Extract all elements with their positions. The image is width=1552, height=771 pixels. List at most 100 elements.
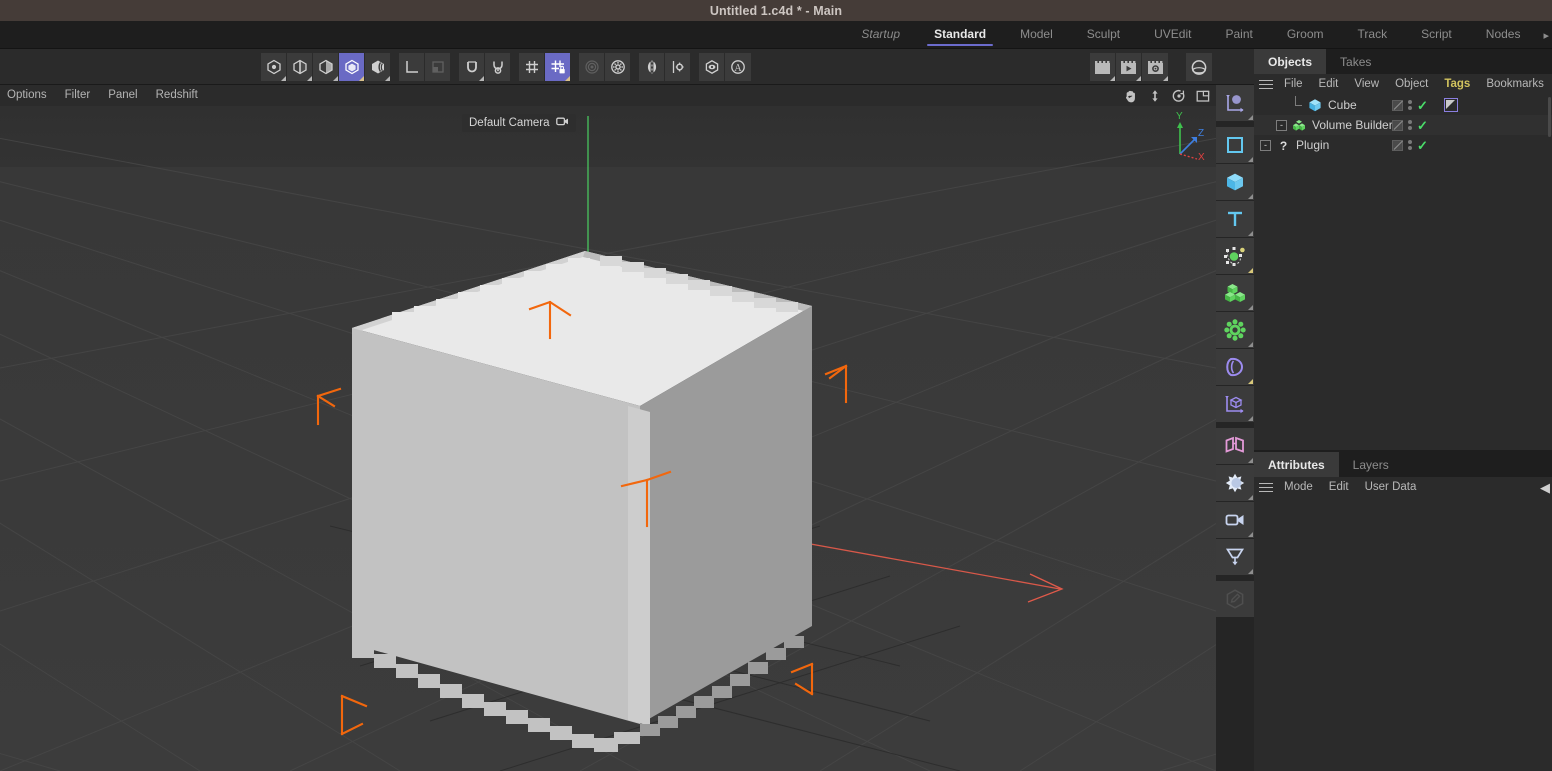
object-axis-icon[interactable] (425, 53, 451, 81)
editor-visibility-toggle[interactable] (1392, 119, 1403, 131)
enable-checkmark[interactable]: ✓ (1417, 99, 1428, 112)
cloth-planes-icon[interactable] (1216, 428, 1254, 464)
mograph-gear-icon[interactable] (1216, 312, 1254, 348)
objects-menu-edit[interactable]: Edit (1311, 74, 1347, 95)
object-row[interactable]: Cube ✓ (1254, 95, 1552, 115)
layout-tab-track[interactable]: Track (1341, 20, 1405, 48)
dolly-arrows-icon[interactable] (1148, 89, 1162, 103)
texture-mode-icon[interactable] (365, 53, 391, 81)
right-dock: Objects Takes File Edit View Object Tags Bookm… (1254, 49, 1552, 771)
object-name: Cube (1328, 98, 1357, 112)
editor-visibility-toggle[interactable] (1392, 139, 1403, 151)
viewport-menu-panel[interactable]: Panel (99, 85, 146, 106)
render-settings-button[interactable] (1142, 53, 1168, 81)
concentric-circles-icon[interactable] (579, 53, 605, 81)
objects-menu-tags[interactable]: Tags (1436, 74, 1478, 95)
orbit-icon[interactable] (1172, 89, 1186, 103)
viewport-menu-options[interactable]: Options (0, 85, 56, 106)
viewport-menu-filter[interactable]: Filter (56, 85, 100, 106)
objects-menu-bookmarks[interactable]: Bookmarks (1478, 74, 1552, 95)
letter-a-icon[interactable]: A (725, 53, 751, 81)
expand-collapse-toggle[interactable]: - (1260, 139, 1271, 151)
tabs-overflow-arrow[interactable]: ▸ (1543, 29, 1552, 48)
eye-hexagon-icon[interactable] (699, 53, 725, 81)
text-spline-icon[interactable] (1216, 201, 1254, 237)
tab-layers[interactable]: Layers (1339, 452, 1403, 477)
layout-tab-uvedit[interactable]: UVEdit (1137, 20, 1208, 48)
symmetry-settings-icon[interactable] (665, 53, 691, 81)
attributes-menu-user-data[interactable]: User Data (1357, 477, 1425, 498)
viewport-menu-redshift[interactable]: Redshift (147, 85, 207, 106)
spline-pen-icon[interactable] (1216, 127, 1254, 163)
visibility-dots[interactable] (1408, 120, 1412, 130)
layout-tab-standard[interactable]: Standard (917, 20, 1003, 48)
editor-visibility-toggle[interactable] (1392, 99, 1403, 111)
layout-tab-groom[interactable]: Groom (1270, 20, 1341, 48)
layout-tab-script[interactable]: Script (1404, 20, 1469, 48)
null-object-icon[interactable] (1216, 85, 1254, 121)
render-view-button[interactable] (1090, 53, 1116, 81)
cube-object-icon (1307, 98, 1323, 112)
scene-axis-icon[interactable] (1216, 386, 1254, 422)
expand-collapse-toggle[interactable]: - (1276, 119, 1287, 131)
generator-array-icon[interactable] (1216, 275, 1254, 311)
mirror-icon[interactable] (639, 53, 665, 81)
light-icon[interactable] (1216, 465, 1254, 501)
camera-object-icon[interactable] (1216, 502, 1254, 538)
object-row[interactable]: - Volume Builder ✓ (1254, 115, 1552, 135)
layout-tab-startup[interactable]: Startup (844, 20, 917, 48)
objects-scroll-indicator[interactable] (1548, 97, 1551, 137)
layout-tab-model[interactable]: Model (1003, 20, 1070, 48)
attributes-body[interactable] (1254, 498, 1552, 729)
visibility-dots[interactable] (1408, 100, 1412, 110)
polygon-mode-icon[interactable] (313, 53, 339, 81)
attributes-menu-burger-icon[interactable] (1254, 477, 1276, 498)
workplane-lock-icon[interactable] (545, 53, 571, 81)
edge-mode-icon[interactable] (287, 53, 313, 81)
viewport[interactable]: Options Filter Panel Redshift Default Ca… (0, 85, 1216, 771)
model-mode-icon[interactable] (339, 53, 365, 81)
render-picture-viewer-button[interactable] (1116, 53, 1142, 81)
volume-builder-icon (1291, 119, 1307, 132)
maximize-view-icon[interactable] (1196, 89, 1210, 103)
collapse-arrow-icon[interactable]: ◀ (1540, 480, 1550, 495)
camera-label-text: Default Camera (469, 117, 550, 129)
pan-hand-icon[interactable] (1124, 89, 1138, 103)
corner-marker (1248, 268, 1253, 273)
pencil-edit-icon[interactable] (1216, 581, 1254, 617)
gear-circle-icon[interactable] (605, 53, 631, 81)
tab-attributes[interactable]: Attributes (1254, 452, 1339, 477)
svg-text:Y: Y (1176, 111, 1183, 122)
layout-tab-paint[interactable]: Paint (1208, 20, 1269, 48)
snap-settings-icon[interactable] (485, 53, 511, 81)
deformer-icon[interactable] (1216, 238, 1254, 274)
spot-light-icon[interactable] (1216, 539, 1254, 575)
sphere-material-button[interactable] (1186, 53, 1212, 81)
objects-menu-burger-icon[interactable] (1254, 74, 1276, 95)
layout-tab-nodes[interactable]: Nodes (1469, 20, 1538, 48)
tab-objects[interactable]: Objects (1254, 49, 1327, 74)
enable-checkmark[interactable]: ✓ (1417, 119, 1428, 132)
attributes-menu-mode[interactable]: Mode (1276, 477, 1321, 498)
objects-menu-view[interactable]: View (1346, 74, 1387, 95)
cube-primitive-icon[interactable] (1216, 164, 1254, 200)
objects-panel-tabs: Objects Takes (1254, 49, 1552, 74)
objects-menu-file[interactable]: File (1276, 74, 1311, 95)
axis-modify-icon[interactable] (399, 53, 425, 81)
attributes-menu-edit[interactable]: Edit (1321, 477, 1357, 498)
volume-builder-icon[interactable] (1216, 349, 1254, 385)
camera-label[interactable]: Default Camera (462, 114, 576, 132)
tab-takes[interactable]: Takes (1326, 49, 1385, 74)
viewport-canvas[interactable]: Default Camera Y Z X (0, 106, 1216, 771)
magnet-snap-icon[interactable] (459, 53, 485, 81)
objects-menu-items: File Edit View Object Tags Bookmarks (1276, 74, 1552, 95)
enable-checkmark[interactable]: ✓ (1417, 139, 1428, 152)
object-tag[interactable] (1444, 98, 1458, 112)
visibility-dots[interactable] (1408, 140, 1412, 150)
workplane-icon[interactable] (519, 53, 545, 81)
object-manager-list[interactable]: Cube ✓ - Volume Builder ✓ -? Plugin ✓ (1254, 95, 1552, 450)
object-row[interactable]: -? Plugin ✓ (1254, 135, 1552, 155)
point-mode-icon[interactable] (261, 53, 287, 81)
layout-tab-sculpt[interactable]: Sculpt (1070, 20, 1137, 48)
objects-menu-object[interactable]: Object (1387, 74, 1436, 95)
